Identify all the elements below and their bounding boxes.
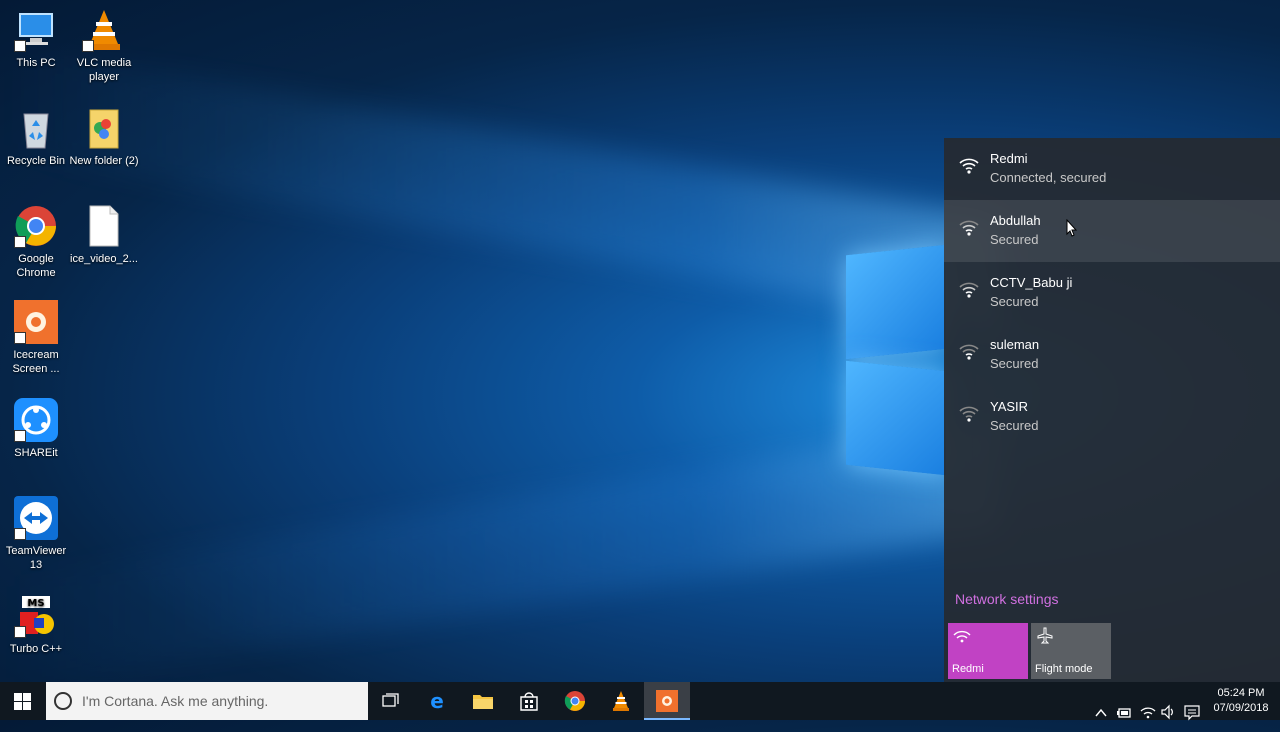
- battery-icon[interactable]: [1116, 694, 1132, 732]
- network-name: Redmi: [990, 151, 1028, 166]
- wifi-signal-icon: [959, 158, 979, 174]
- icecream-icon: [14, 300, 58, 344]
- svg-text:MS: MS: [27, 598, 44, 609]
- task-view-icon: [382, 693, 399, 707]
- desktop-icon-chrome[interactable]: Google Chrome: [0, 204, 72, 280]
- taskbar-vlc[interactable]: [598, 682, 644, 720]
- start-button[interactable]: [0, 682, 46, 720]
- network-item-redmi[interactable]: Redmi Connected, secured: [944, 138, 1280, 200]
- show-hidden-icons-chevron-up-icon[interactable]: [1094, 694, 1108, 732]
- file-icon: [82, 204, 126, 248]
- wifi-signal-icon: [959, 406, 979, 422]
- recycle-bin-icon: [14, 106, 58, 150]
- taskbar-chrome[interactable]: [552, 682, 598, 720]
- desktop-icon-vlc[interactable]: VLC media player: [68, 8, 140, 84]
- wifi-signal-icon: [959, 220, 979, 236]
- computer-icon: [14, 8, 58, 52]
- folder-icon: [82, 106, 126, 150]
- taskbar-icecream[interactable]: [644, 682, 690, 720]
- clock-date: 07/09/2018: [1213, 702, 1269, 714]
- desktop-icon-label: VLC media player: [76, 57, 132, 83]
- desktop-icon-label: Recycle Bin: [6, 155, 66, 167]
- taskbar-edge[interactable]: e: [414, 682, 460, 720]
- icecream-icon: [656, 690, 678, 712]
- network-item-abdullah[interactable]: Abdullah Secured: [944, 200, 1280, 262]
- desktop-icon-label: ice_video_2...: [70, 253, 138, 265]
- desktop-icon-label: TeamViewer 13: [5, 545, 67, 571]
- turbo-cpp-icon: MS: [14, 594, 58, 638]
- file-explorer-icon: [473, 695, 493, 709]
- taskbar-store[interactable]: [506, 682, 552, 720]
- quick-action-label: Redmi: [952, 663, 984, 675]
- cortana-search-box[interactable]: I'm Cortana. Ask me anything.: [46, 682, 368, 720]
- cortana-icon: [54, 692, 72, 710]
- network-wifi-tray-icon[interactable]: [1140, 693, 1156, 731]
- desktop-icon-recycle-bin[interactable]: Recycle Bin: [0, 106, 72, 168]
- clock-time: 05:24 PM: [1217, 687, 1265, 699]
- wallpaper-logo: [846, 244, 956, 476]
- action-center-icon[interactable]: [1184, 693, 1200, 731]
- airplane-icon: [1037, 627, 1053, 644]
- vlc-icon: [613, 691, 629, 711]
- network-status: Connected, secured: [990, 170, 1107, 185]
- network-item-cctv-babu-ji[interactable]: CCTV_Babu ji Secured: [944, 262, 1280, 324]
- desktop-icon-icecream[interactable]: Icecream Screen ...: [0, 300, 72, 376]
- svg-text:e: e: [430, 691, 444, 711]
- flight-mode-quick-action[interactable]: Flight mode: [1031, 623, 1111, 679]
- wifi-quick-action[interactable]: Redmi: [948, 623, 1028, 679]
- teamviewer-icon: [14, 496, 58, 540]
- desktop-icon-label: Icecream Screen ...: [12, 349, 60, 375]
- search-placeholder: I'm Cortana. Ask me anything.: [82, 693, 269, 709]
- wifi-signal-icon: [959, 344, 979, 360]
- desktop-icon-label: This PC: [16, 57, 56, 69]
- network-name: CCTV_Babu ji: [990, 275, 1073, 290]
- desktop-icon-label: New folder (2): [69, 155, 139, 167]
- chrome-icon: [14, 204, 58, 248]
- edge-icon: e: [430, 691, 444, 711]
- network-status: Secured: [990, 418, 1039, 433]
- taskbar-file-explorer[interactable]: [460, 682, 506, 720]
- taskbar: I'm Cortana. Ask me anything. e 05:24 PM…: [0, 682, 1280, 721]
- desktop-icon-label: Google Chrome: [16, 253, 56, 279]
- desktop-icon-this-pc[interactable]: This PC: [0, 8, 72, 70]
- clock[interactable]: 05:24 PM 07/09/2018: [1206, 686, 1276, 716]
- desktop-icon-teamviewer[interactable]: TeamViewer 13: [0, 496, 72, 572]
- chrome-icon: [564, 691, 585, 711]
- network-item-suleman[interactable]: suleman Secured: [944, 324, 1280, 386]
- network-item-yasir[interactable]: YASIR Secured: [944, 386, 1280, 448]
- network-status: Secured: [990, 294, 1039, 309]
- wifi-signal-icon: [959, 282, 979, 298]
- task-view-button[interactable]: [368, 682, 414, 720]
- shareit-icon: [14, 398, 58, 442]
- network-name: Abdullah: [990, 213, 1041, 228]
- network-name: suleman: [990, 337, 1040, 352]
- desktop-icon-turbo-cpp[interactable]: MS Turbo C++: [0, 594, 72, 656]
- network-flyout: Redmi Connected, secured Abdullah Secure…: [944, 138, 1280, 682]
- network-status: Secured: [990, 356, 1039, 371]
- volume-icon[interactable]: [1160, 693, 1176, 731]
- vlc-icon: [82, 8, 126, 52]
- network-settings-link[interactable]: Network settings: [955, 591, 1058, 607]
- quick-action-label: Flight mode: [1035, 663, 1093, 675]
- desktop-icon-ice-video[interactable]: ice_video_2...: [68, 204, 140, 266]
- network-name: YASIR: [990, 399, 1029, 414]
- mouse-cursor-icon: [1066, 219, 1078, 237]
- desktop-icon-new-folder[interactable]: New folder (2): [68, 106, 140, 168]
- store-icon: [520, 692, 538, 711]
- desktop-icon-shareit[interactable]: SHAREit: [0, 398, 72, 460]
- wifi-icon: [953, 630, 971, 643]
- network-status: Secured: [990, 232, 1039, 247]
- windows-logo-icon: [14, 693, 31, 710]
- desktop-icon-label: Turbo C++: [9, 643, 63, 655]
- desktop-icon-label: SHAREit: [14, 447, 58, 459]
